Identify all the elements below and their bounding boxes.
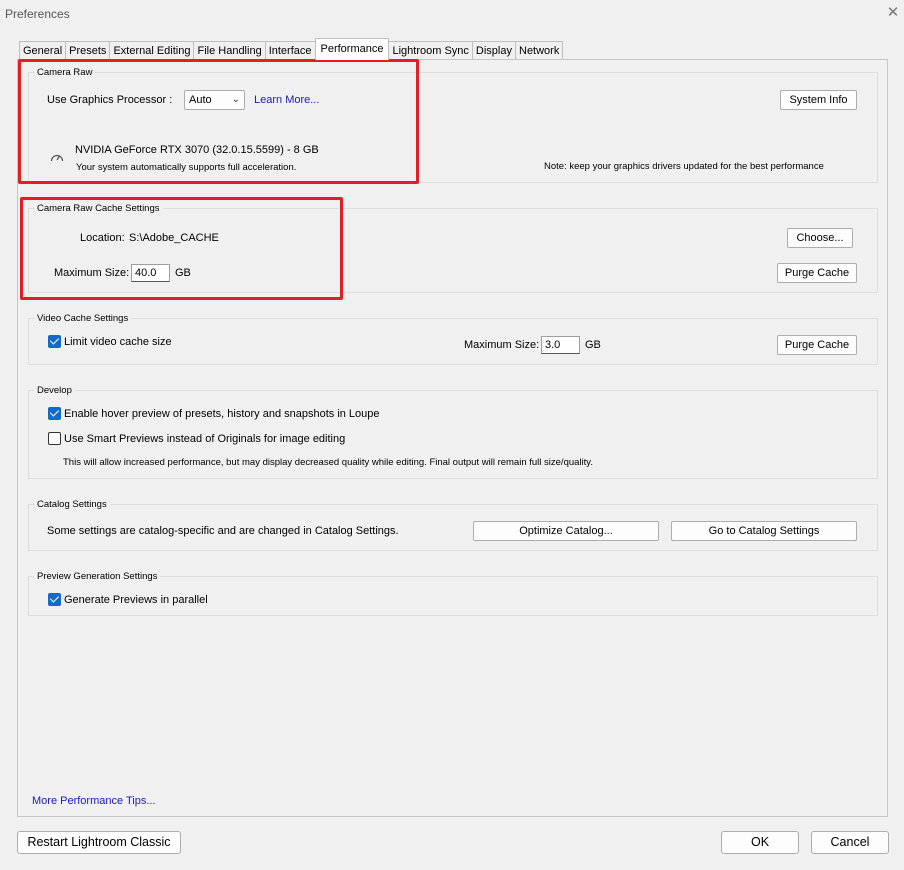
tab-file-handling[interactable]: File Handling (193, 41, 266, 60)
camera-raw-legend: Camera Raw (37, 67, 93, 78)
tab-presets[interactable]: Presets (65, 41, 111, 60)
catalog-legend: Catalog Settings (37, 499, 107, 510)
cache-legend: Camera Raw Cache Settings (37, 203, 160, 214)
tab-performance[interactable]: Performance (314, 38, 390, 60)
catalog-text: Some settings are catalog-specific and a… (47, 525, 399, 537)
tab-display[interactable]: Display (471, 41, 516, 60)
tab-lightroom-sync[interactable]: Lightroom Sync (388, 41, 473, 60)
gpu-label: Use Graphics Processor : (47, 94, 173, 106)
close-icon[interactable]: ✕ (885, 4, 901, 22)
cancel-button[interactable]: Cancel (811, 831, 889, 854)
tab-interface[interactable]: Interface (264, 41, 316, 60)
limit-video-cache-label: Limit video cache size (64, 336, 172, 348)
hover-preview-checkbox[interactable] (48, 407, 61, 420)
generate-parallel-checkbox[interactable] (48, 593, 61, 606)
develop-legend: Develop (37, 385, 72, 396)
hover-preview-label: Enable hover preview of presets, history… (64, 408, 380, 420)
video-unit: GB (585, 339, 601, 351)
video-max-label: Maximum Size: (464, 339, 540, 351)
gauge-icon (50, 154, 64, 162)
generate-parallel-label: Generate Previews in parallel (64, 594, 208, 606)
tab-bar: General Presets External Editing File Ha… (19, 38, 564, 60)
gpu-name: NVIDIA GeForce RTX 3070 (32.0.15.5599) -… (75, 144, 319, 156)
window-title: Preferences (5, 7, 70, 21)
smart-previews-note: This will allow increased performance, b… (63, 457, 593, 468)
limit-video-cache-checkbox[interactable] (48, 335, 61, 348)
video-cache-legend: Video Cache Settings (37, 313, 129, 324)
tab-network[interactable]: Network (515, 41, 564, 60)
gpu-select[interactable]: Auto ⌄ (184, 90, 245, 110)
cache-unit: GB (175, 267, 191, 279)
cache-location-value: S:\Adobe_CACHE (129, 232, 219, 244)
cache-max-size-field[interactable]: 40.0 (131, 264, 170, 282)
go-to-catalog-settings-button[interactable]: Go to Catalog Settings (671, 521, 857, 541)
ok-button[interactable]: OK (721, 831, 799, 854)
purge-cache-button[interactable]: Purge Cache (777, 263, 857, 283)
cache-max-label: Maximum Size: (54, 267, 130, 279)
more-performance-tips-link[interactable]: More Performance Tips... (32, 795, 156, 807)
chevron-down-icon: ⌄ (231, 94, 240, 105)
gpu-select-value: Auto (189, 94, 212, 106)
choose-button[interactable]: Choose... (787, 228, 853, 248)
tab-external-editing[interactable]: External Editing (109, 41, 195, 60)
learn-more-link[interactable]: Learn More... (254, 94, 319, 106)
cache-location-label: Location: (80, 232, 125, 244)
optimize-catalog-button[interactable]: Optimize Catalog... (473, 521, 659, 541)
restart-lightroom-button[interactable]: Restart Lightroom Classic (17, 831, 181, 854)
video-purge-cache-button[interactable]: Purge Cache (777, 335, 857, 355)
tab-general[interactable]: General (19, 41, 67, 60)
smart-previews-label: Use Smart Previews instead of Originals … (64, 433, 346, 445)
system-info-button[interactable]: System Info (780, 90, 857, 110)
smart-previews-checkbox[interactable] (48, 432, 61, 445)
driver-note: Note: keep your graphics drivers updated… (544, 161, 824, 172)
video-max-size-field[interactable]: 3.0 (541, 336, 580, 354)
preview-generation-legend: Preview Generation Settings (37, 571, 158, 582)
gpu-status: Your system automatically supports full … (76, 162, 297, 173)
